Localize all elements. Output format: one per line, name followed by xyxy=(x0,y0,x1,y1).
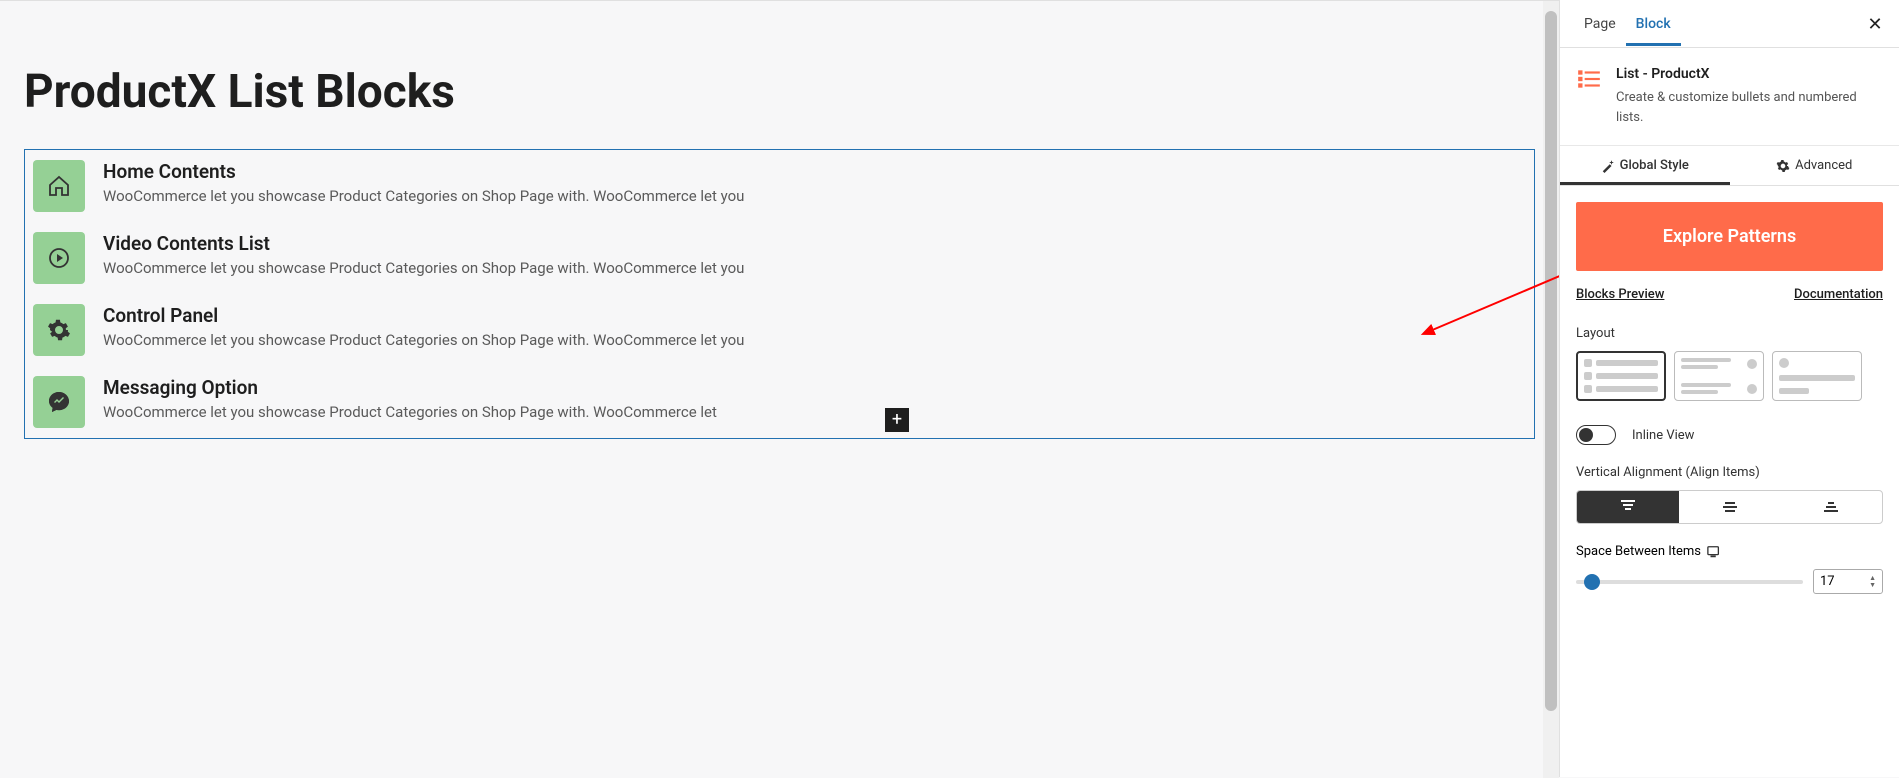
explore-patterns-button[interactable]: Explore Patterns xyxy=(1576,202,1883,271)
list-item-title[interactable]: Home Contents xyxy=(103,160,1526,183)
page-title[interactable]: ProductX List Blocks xyxy=(24,65,1535,119)
block-description: Create & customize bullets and numbered … xyxy=(1616,88,1883,127)
list-item-title[interactable]: Control Panel xyxy=(103,304,1526,327)
play-icon xyxy=(33,232,85,284)
list-item-desc[interactable]: WooCommerce let you showcase Product Cat… xyxy=(103,187,1526,205)
message-icon xyxy=(33,376,85,428)
slider-thumb[interactable] xyxy=(1584,574,1600,590)
scrollbar[interactable] xyxy=(1543,1,1559,778)
list-item-desc[interactable]: WooCommerce let you showcase Product Cat… xyxy=(103,331,1526,349)
align-center-button[interactable] xyxy=(1679,491,1781,523)
close-icon[interactable]: ✕ xyxy=(1865,14,1885,34)
block-name: List - ProductX xyxy=(1616,66,1883,82)
tab-block[interactable]: Block xyxy=(1626,2,1681,46)
settings-sidebar: Page Block ✕ List - ProductX Create & cu… xyxy=(1559,0,1899,777)
wand-icon xyxy=(1601,159,1615,173)
align-top-button[interactable] xyxy=(1577,491,1679,523)
layout-option-3[interactable] xyxy=(1772,351,1862,401)
list-item[interactable]: Control Panel WooCommerce let you showca… xyxy=(25,294,1534,366)
list-block[interactable]: Home Contents WooCommerce let you showca… xyxy=(24,149,1535,439)
space-number-input[interactable]: 17 ▲▼ xyxy=(1813,569,1883,594)
list-item-title[interactable]: Video Contents List xyxy=(103,232,1526,255)
responsive-icon[interactable] xyxy=(1707,545,1721,559)
list-item[interactable]: Home Contents WooCommerce let you showca… xyxy=(25,150,1534,222)
list-item-title[interactable]: Messaging Option xyxy=(103,376,1526,399)
blocks-preview-link[interactable]: Blocks Preview xyxy=(1576,287,1664,302)
list-item[interactable]: Video Contents List WooCommerce let you … xyxy=(25,222,1534,294)
inline-view-label: Inline View xyxy=(1632,428,1694,443)
add-block-button[interactable]: + xyxy=(885,408,909,432)
inline-view-toggle[interactable] xyxy=(1576,425,1616,445)
valign-label: Vertical Alignment (Align Items) xyxy=(1576,465,1883,480)
list-item-desc[interactable]: WooCommerce let you showcase Product Cat… xyxy=(103,259,1526,277)
layout-label: Layout xyxy=(1576,326,1883,341)
documentation-link[interactable]: Documentation xyxy=(1794,287,1883,302)
align-bottom-button[interactable] xyxy=(1780,491,1882,523)
scrollbar-thumb[interactable] xyxy=(1545,11,1557,711)
tab-advanced[interactable]: Advanced xyxy=(1730,146,1899,185)
home-icon xyxy=(33,160,85,212)
layout-option-1[interactable] xyxy=(1576,351,1666,401)
gear-icon xyxy=(33,304,85,356)
space-slider[interactable] xyxy=(1576,580,1803,584)
layout-option-2[interactable] xyxy=(1674,351,1764,401)
tab-global-style[interactable]: Global Style xyxy=(1560,146,1730,185)
list-item-desc[interactable]: WooCommerce let you showcase Product Cat… xyxy=(103,403,1526,421)
editor-canvas: ProductX List Blocks Home Contents WooCo… xyxy=(0,0,1559,777)
space-between-label: Space Between Items xyxy=(1576,544,1701,559)
block-type-icon xyxy=(1576,66,1602,92)
tab-page[interactable]: Page xyxy=(1574,2,1626,46)
gear-icon xyxy=(1776,159,1790,173)
list-item[interactable]: Messaging Option WooCommerce let you sho… xyxy=(25,366,1534,438)
